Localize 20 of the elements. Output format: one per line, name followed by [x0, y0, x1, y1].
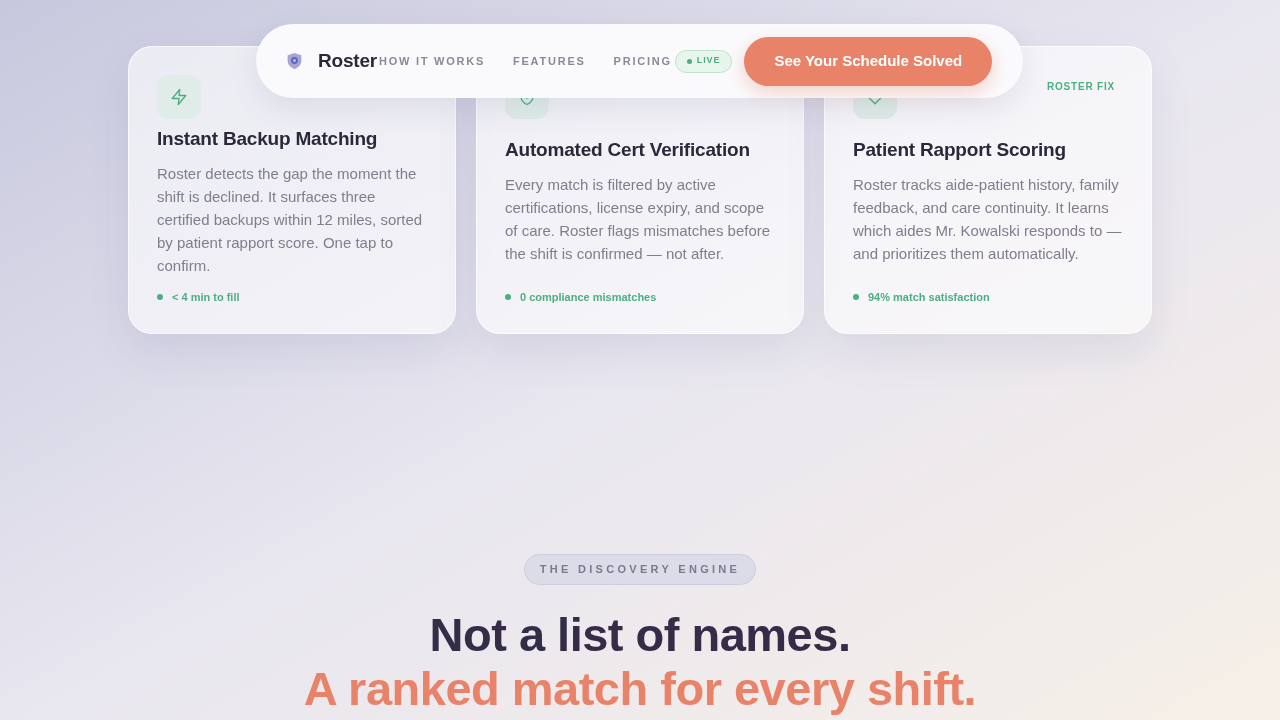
section-eyebrow-pill: THE DISCOVERY ENGINE — [523, 554, 757, 585]
card-description: Roster detects the gap the moment the shift is declined. It surfaces three certified backups within 12 miles, sorted by patient rapport score. One tap to confirm. — [157, 164, 424, 276]
card-stat: 0 compliance mismatches — [520, 290, 657, 304]
card-title: Patient Rapport Scoring — [853, 138, 1067, 162]
card-title: Instant Backup Matching — [157, 127, 379, 151]
nav-link[interactable]: HOW IT WORKS — [379, 52, 486, 70]
card-description: Every match is filtered by active certifications, license expiry, and scope of care. Roster flags mismatches before the shift is confirmed — not after. — [505, 175, 772, 264]
card-title: Automated Cert Verification — [505, 138, 751, 162]
nav-link[interactable]: FEATURES — [513, 52, 586, 70]
card-description: Roster tracks aide-patient history, family feedback, and care continuity. It learns which aides Mr. Kowalski responds to — and prioritizes them automatically. — [853, 175, 1123, 264]
section-heading: Not a list of names. — [429, 607, 851, 663]
card-stat: < 4 min to fill — [172, 290, 240, 304]
card-stat: 94% match satisfaction — [868, 290, 990, 304]
live-badge: LIVE — [674, 49, 733, 73]
cta-button[interactable]: See Your Schedule Solved — [744, 36, 993, 86]
nav-link[interactable]: PRICING — [613, 52, 672, 70]
lightning-icon — [157, 75, 201, 119]
brand-name[interactable]: Roster — [318, 46, 377, 76]
shield-logo-icon — [287, 53, 302, 69]
card-tag: ROSTER FIX — [1047, 79, 1115, 94]
